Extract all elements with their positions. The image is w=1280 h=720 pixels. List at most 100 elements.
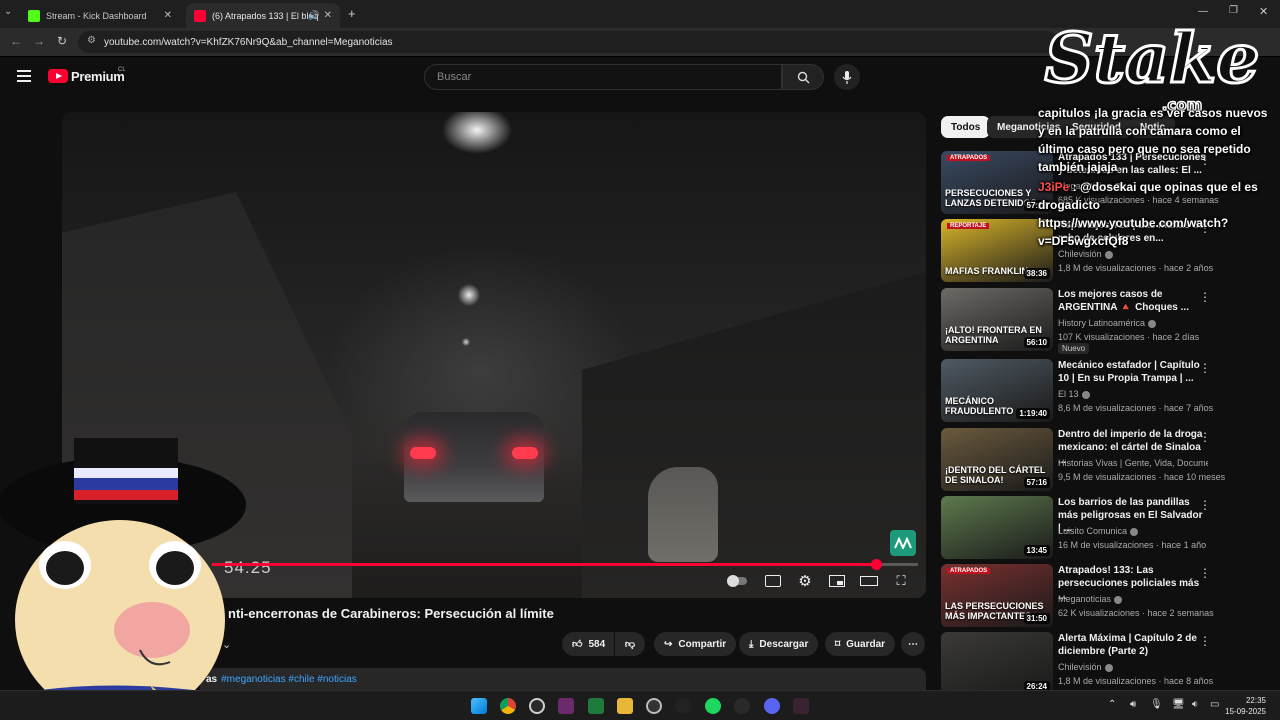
search-button[interactable]: [782, 64, 824, 90]
more-options-icon[interactable]: ⋮: [1199, 634, 1211, 648]
theater-mode-icon[interactable]: [858, 573, 880, 589]
video-thumbnail[interactable]: ATRAPADOS PERSECUCIONES Y LANZAS DETENIDO…: [941, 151, 1053, 214]
progress-scrubber-handle[interactable]: [870, 559, 882, 570]
microphone-icon: [842, 70, 852, 84]
hamburger-menu-icon[interactable]: [17, 70, 31, 82]
tray-chevron-up-icon[interactable]: ⌃: [1108, 699, 1116, 710]
more-options-icon[interactable]: ⋮: [1199, 566, 1211, 580]
tab-kick-dashboard[interactable]: Stream - Kick Dashboard ✕: [20, 3, 180, 28]
recommendation-item[interactable]: MECÁNICO FRAUDULENTO 1:19:40 Mecánico esta…: [941, 359, 1216, 423]
video-duration: 1:19:40: [1016, 408, 1050, 419]
fullscreen-icon[interactable]: ⛶: [890, 573, 912, 589]
recommendation-item[interactable]: 26:24 Alerta Máxima | Capítulo 2 de dicie…: [941, 632, 1216, 696]
video-thumbnail[interactable]: ¡ALTO! FRONTERA EN ARGENTINA 56:10: [941, 288, 1053, 351]
tray-battery-icon[interactable]: ▭: [1210, 699, 1219, 710]
windows-start-icon[interactable]: [471, 698, 487, 714]
recommendation-title[interactable]: Alerta Máxima | Capítulo 2 de diciembre …: [1058, 632, 1208, 658]
more-options-icon[interactable]: ⋮: [1199, 290, 1211, 304]
description-box[interactable]: as #meganoticias #chile #noticias: [200, 668, 926, 690]
back-arrow-icon[interactable]: ←: [10, 34, 22, 48]
channel-name[interactable]: Meganoticias: [1058, 594, 1208, 604]
download-button[interactable]: ⤓ Descargar: [739, 632, 819, 656]
tab-youtube-video[interactable]: (6) Atrapados 133 | El bloq 🔊 ✕: [186, 3, 340, 28]
more-options-icon[interactable]: ⋮: [1199, 361, 1211, 375]
recommendation-title[interactable]: Mecánico estafador | Capítulo 10 | En su…: [1058, 359, 1208, 385]
kick-favicon-icon: [28, 9, 40, 22]
video-thumbnail[interactable]: MECÁNICO FRAUDULENTO 1:19:40: [941, 359, 1053, 422]
youtube-favicon-icon: [194, 9, 206, 22]
share-button[interactable]: ↪ Compartir: [654, 632, 737, 656]
video-meta: 8,6 M de visualizaciones · hace 7 años: [1058, 403, 1214, 413]
progress-bar[interactable]: [212, 559, 918, 570]
close-icon[interactable]: ✕: [164, 10, 172, 21]
tray-audio-icon[interactable]: 🔊︎: [1130, 699, 1136, 710]
video-thumbnail[interactable]: ATRAPADOS LAS PERSECUCIONES MÁS IMPACTANT…: [941, 564, 1053, 627]
app-obs-icon[interactable]: [646, 698, 662, 714]
site-info-icon[interactable]: ⚙: [87, 35, 96, 46]
autoplay-toggle[interactable]: [726, 573, 748, 589]
dislike-button[interactable]: 👎︎: [615, 632, 645, 656]
address-bar[interactable]: ⚙ youtube.com/watch?v=KhfZK76Nr9Q&ab_cha…: [78, 31, 1058, 53]
recommendation-title[interactable]: Los mejores casos de ARGENTINA 🔺 Choques…: [1058, 288, 1208, 314]
video-thumbnail[interactable]: 26:24: [941, 632, 1053, 695]
tray-mic-icon[interactable]: 🎙︎: [1150, 699, 1163, 710]
discord-icon[interactable]: [764, 698, 780, 714]
close-icon[interactable]: ✕: [324, 10, 332, 21]
speaker-icon[interactable]: 🔊: [308, 10, 319, 21]
recommendation-item[interactable]: 13:45 Los barrios de las pandillas más pe…: [941, 496, 1216, 560]
channel-name[interactable]: Historias Vivas | Gente, Vida, Documenta…: [1058, 458, 1208, 468]
app-purple-icon[interactable]: [558, 698, 574, 714]
channel-name[interactable]: Luisito Comunica: [1058, 526, 1208, 536]
miniplayer-icon[interactable]: [826, 573, 848, 589]
app-m-icon[interactable]: [793, 698, 809, 714]
subtitles-icon[interactable]: [762, 573, 784, 589]
like-button[interactable]: 👍︎ 584: [562, 632, 614, 656]
tray-network-icon[interactable]: 🖥︎: [1172, 699, 1185, 710]
reload-icon[interactable]: ↻: [57, 34, 67, 48]
more-actions-button[interactable]: ⋯: [901, 632, 925, 656]
thumbnail-top-badge: REPORTAJE: [947, 223, 990, 229]
tray-volume-icon[interactable]: 🔉︎: [1192, 699, 1198, 710]
verified-check-icon: [1148, 319, 1157, 328]
steam-icon[interactable]: [734, 698, 750, 714]
search-input[interactable]: Buscar: [424, 64, 782, 90]
chat-message: capitulos ¡la gracia es ver casos nuevos…: [1038, 106, 1268, 174]
channel-watermark-icon[interactable]: [890, 530, 916, 556]
video-thumbnail[interactable]: REPORTAJE MAFIAS FRANKLIN 38:36: [941, 219, 1053, 282]
video-duration: 56:10: [1023, 337, 1050, 348]
save-button[interactable]: ⌑ Guardar: [825, 632, 896, 656]
settings-gear-icon[interactable]: ⚙: [794, 573, 816, 590]
video-duration: 38:36: [1023, 268, 1050, 279]
more-options-icon[interactable]: ⋮: [1199, 430, 1211, 444]
app-g-icon[interactable]: [675, 698, 691, 714]
new-tab-button[interactable]: +: [348, 6, 356, 21]
channel-name[interactable]: History Latinoamérica: [1058, 318, 1208, 328]
forward-arrow-icon[interactable]: →: [33, 34, 45, 48]
url-text: youtube.com/watch?v=KhfZK76Nr9Q&ab_chann…: [104, 36, 393, 48]
thumbnail-top-badge: ATRAPADOS: [947, 155, 991, 161]
channel-name[interactable]: El 13: [1058, 389, 1208, 399]
recommendation-item[interactable]: ¡ALTO! FRONTERA EN ARGENTINA 56:10 Los mej…: [941, 288, 1216, 354]
app-c-icon[interactable]: [529, 698, 545, 714]
app-green-icon[interactable]: [588, 698, 604, 714]
voice-search-button[interactable]: [834, 64, 860, 90]
channel-name[interactable]: Chilevisión: [1058, 662, 1208, 672]
chrome-icon[interactable]: [500, 698, 516, 714]
tab-search-icon[interactable]: ⌄: [4, 6, 12, 17]
new-badge: Nuevo: [1058, 343, 1090, 354]
file-explorer-icon[interactable]: [617, 698, 633, 714]
video-thumbnail[interactable]: 13:45: [941, 496, 1053, 559]
spotify-icon[interactable]: [705, 698, 721, 714]
recommendation-item[interactable]: ATRAPADOS LAS PERSECUCIONES MÁS IMPACTANT…: [941, 564, 1216, 628]
windows-taskbar: ⌃ 🔊︎ 🎙︎ 🖥︎ 🔉︎ ▭ 22:35 15-09-2025: [0, 690, 1280, 720]
streamer-mascot-avatar: [0, 438, 246, 720]
verified-check-icon: [1081, 390, 1090, 399]
channel-name[interactable]: Chilevisión: [1058, 249, 1208, 259]
recommendation-item[interactable]: ¡DENTRO DEL CÁRTEL DE SINALOA! 57:16 Dentr…: [941, 428, 1225, 492]
video-thumbnail[interactable]: ¡DENTRO DEL CÁRTEL DE SINALOA! 57:16: [941, 428, 1053, 491]
youtube-logo-icon[interactable]: [48, 69, 68, 83]
chip-todos[interactable]: Todos: [941, 116, 991, 138]
more-options-icon[interactable]: ⋮: [1199, 498, 1211, 512]
taskbar-clock[interactable]: 22:35 15-09-2025: [1225, 695, 1266, 717]
stake-logo: Stake .com: [1043, 18, 1261, 115]
